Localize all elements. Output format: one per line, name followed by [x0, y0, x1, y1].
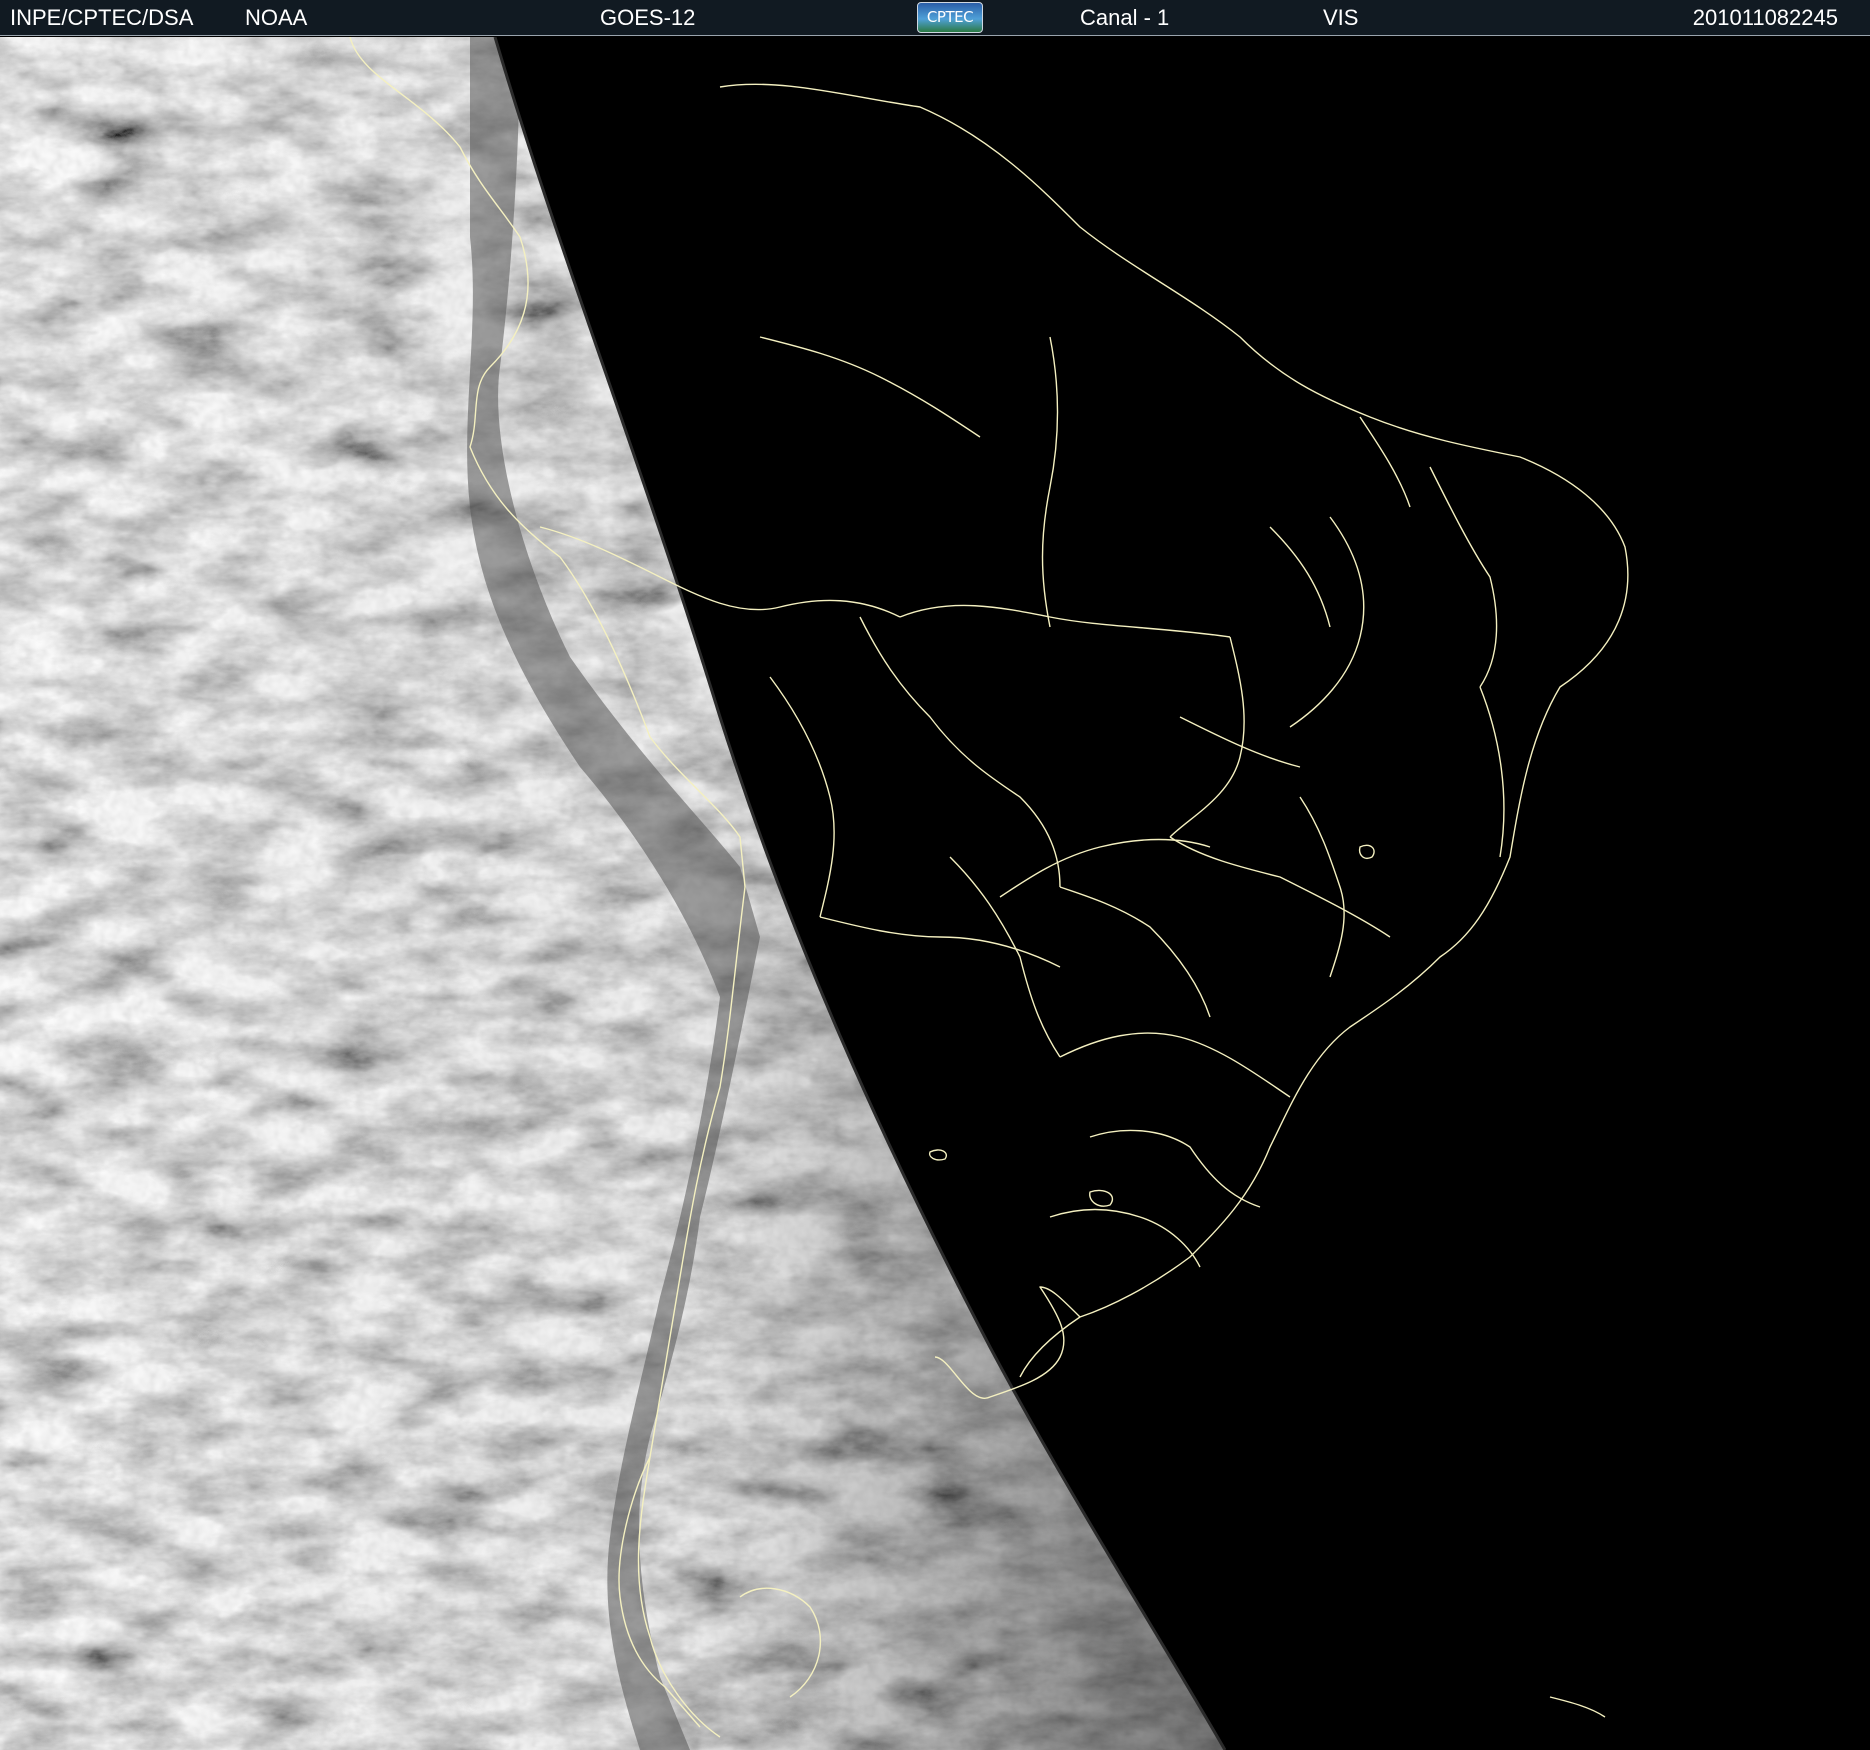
cptec-logo: CPTEC	[917, 2, 983, 33]
timestamp-label: 201011082245	[1692, 5, 1838, 30]
agency-label: INPE/CPTEC/DSA	[10, 5, 194, 30]
satellite-image	[0, 37, 1870, 1750]
satellite-label: GOES-12	[600, 5, 696, 30]
satellite-image-canvas	[0, 37, 1870, 1750]
provider-label: NOAA	[245, 5, 308, 30]
band-label: VIS	[1323, 5, 1359, 30]
channel-label: Canal - 1	[1080, 5, 1170, 30]
image-header-bar: INPE/CPTEC/DSA NOAA GOES-12 CPTEC Canal …	[0, 0, 1870, 36]
